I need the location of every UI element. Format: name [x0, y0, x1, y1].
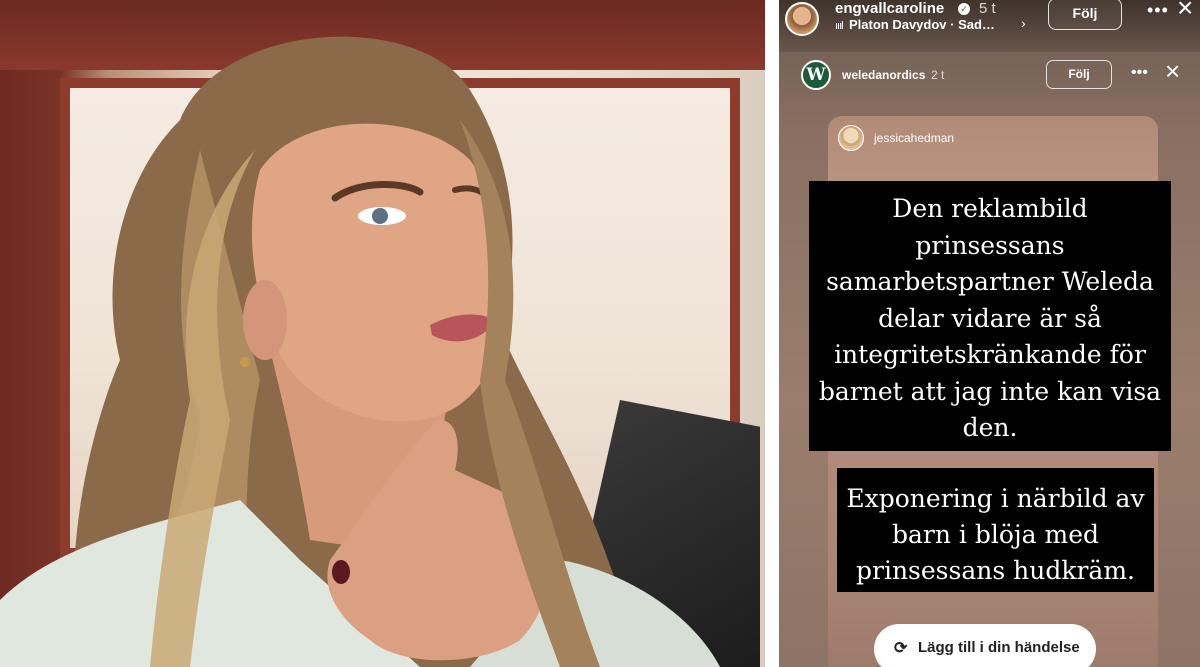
more-horizontal-icon[interactable]: •••	[1147, 0, 1169, 21]
caption-line: den.	[962, 413, 1018, 442]
caption-line: integritetskränkande för	[834, 340, 1146, 369]
caption-block-1: Den reklambild prinsessans samarbetspart…	[809, 181, 1171, 451]
caption-line: delar vidare är så	[878, 303, 1102, 333]
repost-avatar	[838, 125, 864, 151]
story-music-label[interactable]: Platon Davydov · Sad…	[849, 17, 995, 32]
story-header: engvallcaroline ✓ 5 t ıııl Platon Davydo…	[779, 0, 1200, 52]
caption-line: samarbetspartner Weleda	[826, 267, 1154, 296]
inner-more-horizontal-icon[interactable]: •••	[1131, 64, 1148, 82]
inner-avatar[interactable]: W	[801, 60, 831, 90]
add-to-story-button[interactable]: ⟳ Lägg till i din händelse	[874, 624, 1096, 667]
chevron-right-icon: ›	[1021, 15, 1026, 31]
inner-story-header: W weledanordics 2 t Följ ••• ×	[779, 55, 1200, 99]
instagram-story-screenshot: engvallcaroline ✓ 5 t ıııl Platon Davydo…	[779, 0, 1200, 667]
repost-refresh-icon: ⟳	[894, 640, 908, 657]
portrait-photo	[0, 0, 765, 667]
close-icon[interactable]: ×	[1177, 0, 1193, 22]
caption-line: Exponering i närbild av	[846, 484, 1145, 513]
caption-line: prinsessans hudkräm.	[856, 556, 1135, 585]
verified-badge-icon: ✓	[958, 3, 970, 15]
add-to-story-label: Lägg till i din händelse	[918, 639, 1080, 656]
inner-close-icon[interactable]: ×	[1165, 58, 1180, 84]
repost-username: jessicahedman	[874, 131, 955, 145]
caption-line: Den reklambild	[892, 194, 1088, 223]
caption-block-2: Exponering i närbild av barn i blöja med…	[837, 468, 1154, 592]
story-username[interactable]: engvallcaroline	[835, 0, 944, 17]
panel-divider	[765, 0, 779, 667]
story-time: 5 t	[979, 0, 996, 17]
inner-time: 2 t	[931, 68, 945, 82]
caption-line: barn i blöja med	[891, 520, 1099, 549]
audio-wave-icon: ıııl	[835, 20, 844, 32]
caption-line: prinsessans	[915, 230, 1065, 260]
inner-username[interactable]: weledanordics	[842, 68, 925, 82]
story-avatar[interactable]	[785, 2, 819, 36]
follow-button[interactable]: Följ	[1048, 0, 1122, 30]
inner-follow-button[interactable]: Följ	[1046, 60, 1112, 89]
portrait-figure	[0, 36, 720, 667]
caption-line: barnet att jag inte kan visa	[818, 376, 1162, 406]
